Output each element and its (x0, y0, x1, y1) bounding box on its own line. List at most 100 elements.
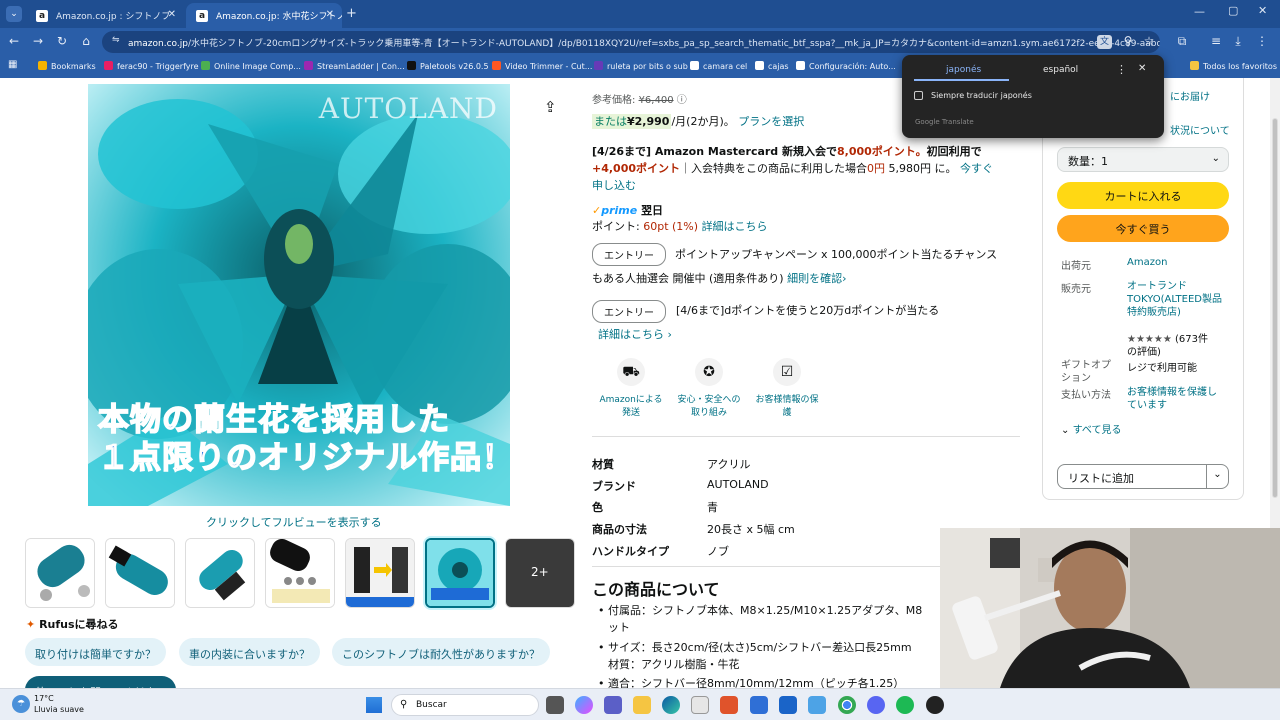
spotify-icon[interactable] (896, 696, 914, 714)
menu-icon[interactable]: ⋮ (1254, 34, 1270, 48)
entry-dpoint-link[interactable]: 詳細はこちら › (598, 326, 672, 342)
bookmark-item[interactable]: cajas (755, 61, 789, 71)
address-bar[interactable]: ⇋ amazon.co.jp/水中花シフトノブ-20cmロングサイズ-トラック乗… (102, 31, 1160, 53)
taskbar-search[interactable]: ⚲ Buscar (391, 694, 539, 716)
installment-badge: または¥2,990 (592, 114, 672, 129)
delivery-link[interactable]: にお届け (1170, 88, 1210, 103)
obs-icon[interactable] (926, 696, 944, 714)
badge-amazon-shipping[interactable]: ⛟ Amazonによる 発送 (594, 358, 668, 418)
seller-value[interactable]: オートランド TOKYO(ALTEED製品 特約販売店) (1127, 280, 1222, 319)
reading-list-icon[interactable]: ≡ (1208, 34, 1224, 48)
translate-menu-icon[interactable]: ⋮ (1116, 63, 1127, 76)
thumbnail-image-selected[interactable] (425, 538, 495, 608)
apps-icon[interactable]: ▦ (8, 59, 17, 70)
status-link[interactable]: 状況について (1170, 122, 1230, 137)
extensions-icon[interactable]: ⧉ (1174, 34, 1190, 49)
downloads-icon[interactable]: ⤓ (1230, 34, 1246, 49)
thumbnail-image[interactable] (105, 538, 175, 608)
apply-now-link-cont[interactable]: 申し込む (592, 177, 636, 193)
bookmark-item[interactable]: StreamLadder | Con... (304, 61, 405, 71)
mail-icon[interactable] (750, 696, 768, 714)
task-view-icon[interactable] (546, 696, 564, 714)
bookmark-favicon-icon (690, 61, 699, 70)
zoom-icon[interactable]: ⚲ (1120, 34, 1136, 48)
payment-value[interactable]: お客様情報を保護し ています (1127, 386, 1217, 412)
folder-icon (1190, 61, 1199, 70)
site-info-icon[interactable]: ⇋ (112, 35, 120, 45)
points-details-link[interactable]: 詳細はこちら (702, 220, 768, 233)
about-item: • 適合：シフトバー径8mm/10mm/12mm（ピッチ各1.25） (598, 677, 905, 688)
weather-icon[interactable]: ☂ (12, 695, 30, 713)
tab-amazon-product[interactable]: a Amazon.co.jp: 水中花シフトノブ ✕ (186, 3, 342, 28)
chrome-icon[interactable] (838, 696, 856, 714)
rufus-chip[interactable]: 車の内装に合いますか？ (179, 638, 320, 666)
thumbnail-image[interactable] (185, 538, 255, 608)
add-to-list-button[interactable]: リストに追加 ⌄ (1057, 464, 1229, 489)
rules-link[interactable]: 細則を確認› (787, 272, 846, 285)
apply-now-link[interactable]: 今すぐ (960, 162, 993, 175)
bookmark-item[interactable]: ruleta por bits o sub (594, 61, 688, 71)
badge-safety[interactable]: ✪ 安心・安全への 取り組み (672, 358, 746, 418)
bookmark-item[interactable]: Configuración: Auto... (796, 61, 896, 71)
copilot-icon[interactable] (575, 696, 593, 714)
bookmark-favicon-icon (594, 61, 603, 70)
entry-button[interactable]: エントリー (592, 243, 666, 266)
start-windows-icon[interactable] (366, 697, 382, 713)
badge-privacy[interactable]: ☑ お客様情報の保 護 (750, 358, 824, 418)
info-icon[interactable]: ⓘ (677, 95, 687, 106)
thumbnail-image[interactable] (25, 538, 95, 608)
store-icon[interactable] (691, 696, 709, 714)
bookmark-item[interactable]: Paletools v26.0.5 (407, 61, 489, 71)
shield-check-icon: ✪ (695, 358, 723, 386)
close-window-icon[interactable]: ✕ (1258, 4, 1267, 17)
tab-amazon-shiftknob[interactable]: a Amazon.co.jp : シフトノブ ✕ (26, 3, 184, 28)
all-bookmarks-folder[interactable]: Todos los favoritos (1190, 61, 1277, 71)
discord-icon[interactable] (867, 696, 885, 714)
fullview-link[interactable]: クリックしてフルビューを表示する (206, 514, 382, 530)
forward-icon[interactable]: → (30, 34, 46, 48)
close-tab-icon[interactable]: ✕ (168, 9, 176, 20)
back-icon[interactable]: ← (6, 34, 22, 48)
rufus-chip[interactable]: このシフトノブは耐久性がありますか？ (332, 638, 550, 666)
translate-close-icon[interactable]: ✕ (1138, 63, 1146, 74)
reload-icon[interactable]: ↻ (54, 34, 70, 48)
thumbnail-more[interactable]: 2+ (505, 538, 575, 608)
close-tab-icon[interactable]: ✕ (326, 9, 334, 20)
thumbnail-image[interactable] (345, 538, 415, 608)
bookmark-item[interactable]: Online Image Comp... (201, 61, 301, 71)
bookmark-item[interactable]: Video Trimmer - Cut... (492, 61, 592, 71)
bookmark-item[interactable]: camara cel (690, 61, 747, 71)
installment-plan-link[interactable]: プランを選択 (738, 115, 804, 128)
minimize-icon[interactable]: — (1194, 5, 1205, 18)
rufus-ask-other-button[interactable]: 他のことを聞いてください (25, 676, 177, 688)
translate-icon[interactable]: 文 (1097, 35, 1112, 49)
entry-button[interactable]: エントリー (592, 300, 666, 323)
maximize-icon[interactable]: ▢ (1228, 4, 1238, 17)
buy-now-button[interactable]: 今すぐ買う (1057, 215, 1229, 242)
quantity-select[interactable]: 数量：1 ⌄ (1057, 147, 1229, 172)
office-icon[interactable] (720, 696, 738, 714)
see-all-link[interactable]: ⌄ すべて見る (1061, 421, 1121, 436)
teams-icon[interactable] (604, 696, 622, 714)
add-to-cart-button[interactable]: カートに入れる (1057, 182, 1229, 209)
rufus-chip[interactable]: 取り付けは簡単ですか？ (25, 638, 166, 666)
bookmark-item[interactable]: Bookmarks (38, 61, 96, 71)
bookmark-item[interactable]: ferac90 - Triggerfyre (104, 61, 199, 71)
shipper-value[interactable]: Amazon (1127, 257, 1167, 268)
main-product-image[interactable]: AUTOLAND 本物の蘭生花を採用した １点限りのオリジナル作品！！ (88, 84, 510, 506)
bookmark-star-icon[interactable]: ☆ (1141, 34, 1157, 48)
home-icon[interactable]: ⌂ (78, 34, 94, 48)
new-tab-button[interactable]: + (346, 6, 357, 21)
translate-tab-target[interactable]: español (1043, 65, 1078, 75)
file-explorer-icon[interactable] (633, 696, 651, 714)
thumbnail-image[interactable] (265, 538, 335, 608)
translate-tab-source[interactable]: japonés (946, 65, 981, 75)
always-translate-checkbox[interactable] (914, 91, 923, 100)
photos-icon[interactable] (808, 696, 826, 714)
outlook-icon[interactable] (779, 696, 797, 714)
chevron-down-icon[interactable]: ⌄ (1206, 465, 1228, 488)
edge-icon[interactable] (662, 696, 680, 714)
share-icon[interactable]: ⇪ (544, 98, 557, 116)
scrollbar-thumb[interactable] (1272, 118, 1278, 498)
tab-search-button[interactable]: ⌄ (6, 6, 22, 22)
